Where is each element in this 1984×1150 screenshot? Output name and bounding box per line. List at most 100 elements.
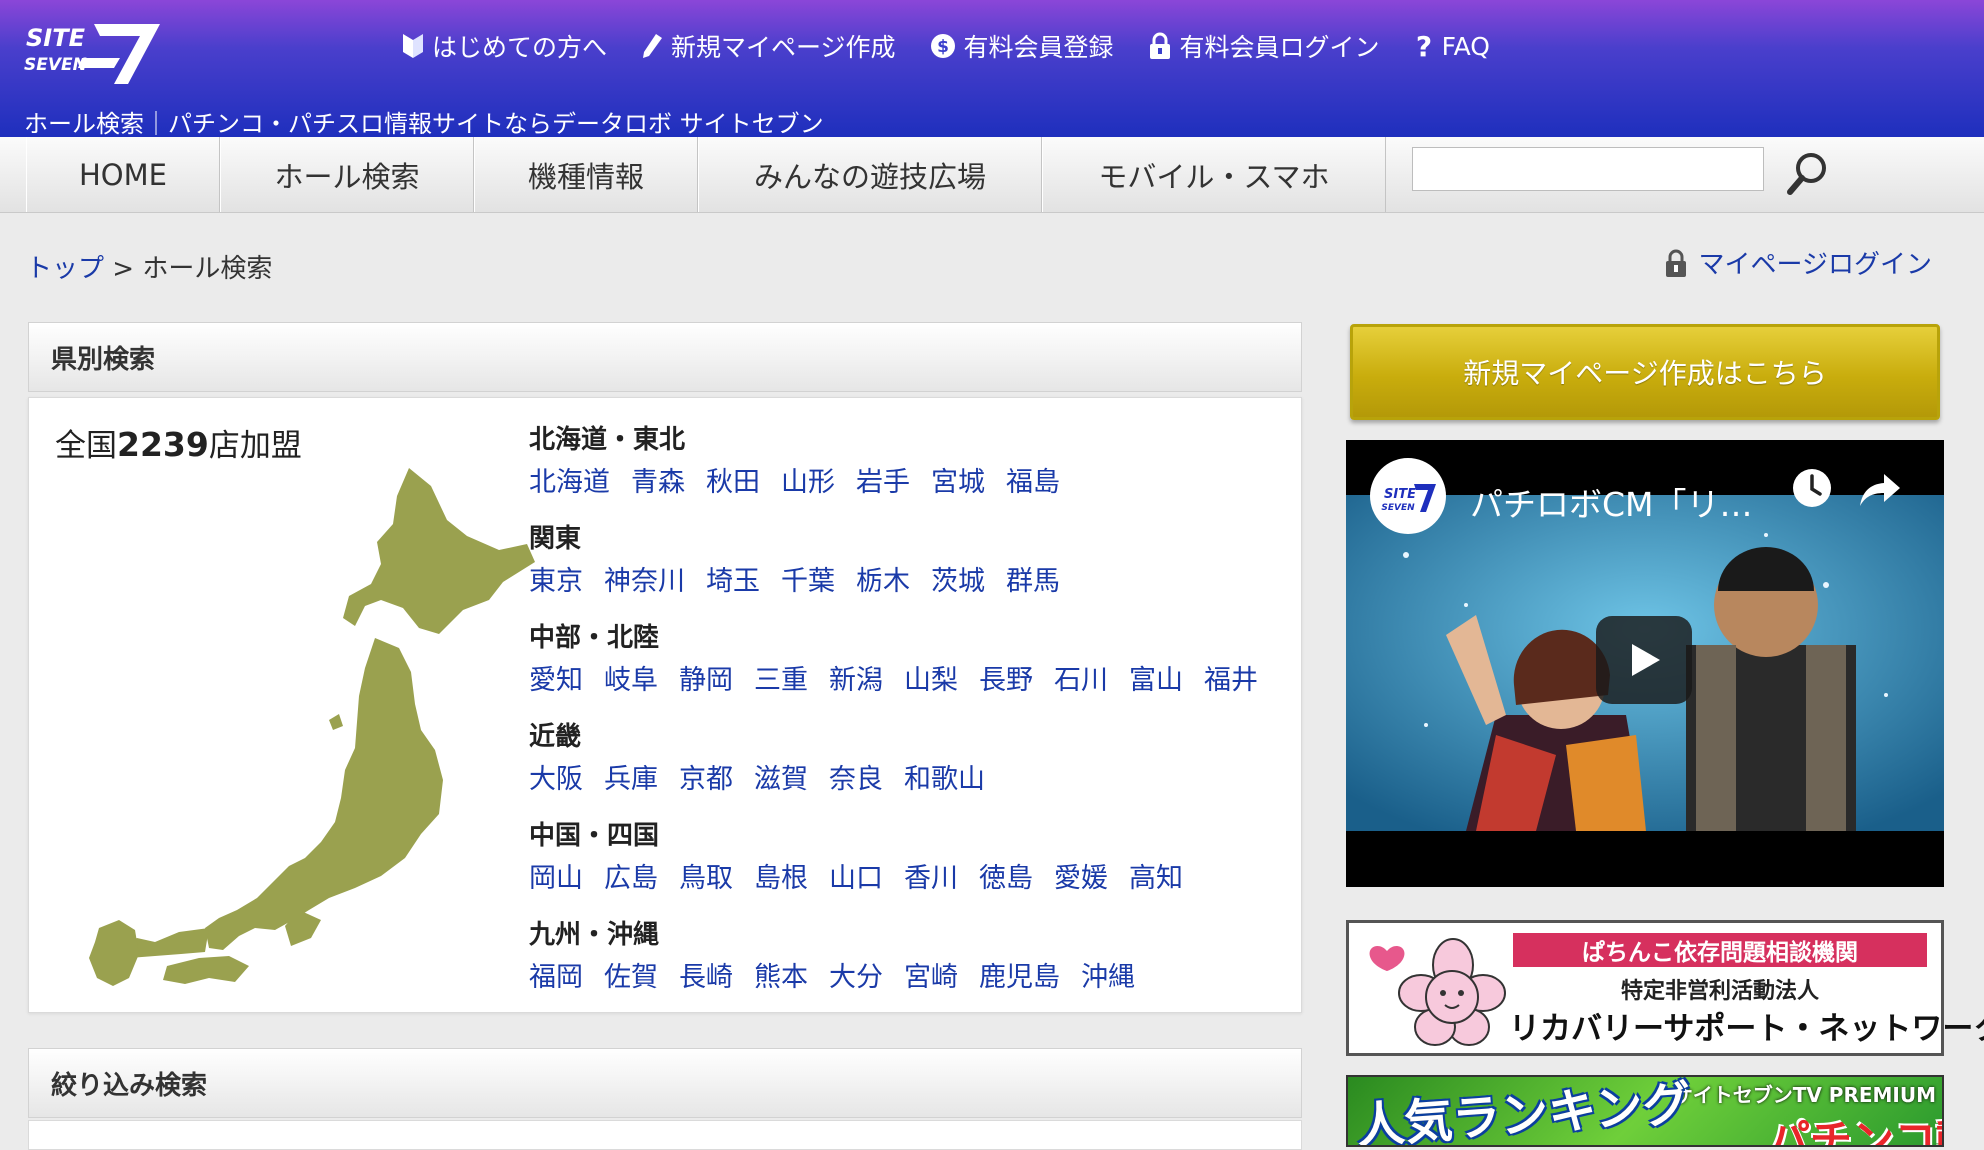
ranking-banner[interactable]: サイトセブンTV PREMIUM 人気ランキング パチンコ動画!: [1346, 1075, 1944, 1147]
banner2-main-text: 人気ランキング: [1354, 1075, 1693, 1147]
pref-link[interactable]: 大阪: [529, 757, 583, 803]
menu-machine-info[interactable]: 機種情報: [474, 137, 698, 212]
nav-paid-register[interactable]: $ 有料会員登録: [930, 28, 1114, 64]
nav-paid-login[interactable]: 有料会員ログイン: [1148, 28, 1380, 64]
banner1-mid-text: 特定非営利活動法人: [1620, 979, 1819, 1004]
pref-link[interactable]: 石川: [1054, 658, 1108, 704]
channel-logo[interactable]: SITE SEVEN: [1370, 458, 1446, 534]
region-kinki-prefs: 大阪 兵庫 京都 滋賀 奈良 和歌山: [529, 757, 1289, 816]
pref-link[interactable]: 栃木: [856, 559, 910, 605]
filter-search-heading[interactable]: 絞り込み検索: [28, 1048, 1302, 1118]
pref-search-heading: 県別検索: [28, 322, 1302, 392]
banner1-top-text: ぱちんこ依存問題相談機関: [1513, 933, 1927, 967]
region-chugoku-shikoku: 中国・四国: [529, 821, 660, 851]
pref-link[interactable]: 北海道: [529, 460, 610, 506]
pref-link[interactable]: 福井: [1204, 658, 1258, 704]
pref-link[interactable]: 長崎: [679, 955, 733, 1001]
watch-later-icon[interactable]: [1790, 466, 1834, 510]
share-icon[interactable]: [1858, 466, 1902, 510]
svg-text:?: ?: [1415, 32, 1431, 60]
pref-link[interactable]: 三重: [754, 658, 808, 704]
pref-link[interactable]: 佐賀: [604, 955, 658, 1001]
pref-link[interactable]: 群馬: [1006, 559, 1060, 605]
pref-link[interactable]: 島根: [754, 856, 808, 902]
pref-link[interactable]: 沖縄: [1081, 955, 1135, 1001]
pref-search-panel: 全国2239店加盟 北海道・東北 北海道 青森 秋田 山形 岩手 宮城 福島 関…: [28, 397, 1302, 1013]
pref-link[interactable]: 広島: [604, 856, 658, 902]
nav-paid-login-label: 有料会員ログイン: [1179, 33, 1380, 62]
pref-link[interactable]: 岐阜: [604, 658, 658, 704]
pref-link[interactable]: 長野: [979, 658, 1033, 704]
pref-link[interactable]: 和歌山: [904, 757, 985, 803]
pref-link[interactable]: 青森: [631, 460, 685, 506]
pref-link[interactable]: 山口: [829, 856, 883, 902]
pref-link[interactable]: 富山: [1129, 658, 1183, 704]
breadcrumb-current: ホール検索: [142, 254, 273, 284]
region-kyushu: 九州・沖縄: [529, 920, 660, 950]
site-seven-logo[interactable]: SITE SEVEN: [24, 18, 164, 88]
pref-link[interactable]: 愛媛: [1054, 856, 1108, 902]
pref-link[interactable]: 山形: [781, 460, 835, 506]
menu-community[interactable]: みんなの遊技広場: [698, 137, 1042, 212]
pref-link[interactable]: 静岡: [679, 658, 733, 704]
new-mypage-cta-button[interactable]: 新規マイページ作成はこちら: [1350, 324, 1940, 420]
svg-text:SEVEN: SEVEN: [24, 55, 87, 75]
pref-link[interactable]: 東京: [529, 559, 583, 605]
pref-link[interactable]: 岩手: [856, 460, 910, 506]
site-header: SITE SEVEN はじめての方へ 新規マイページ作成 $ 有料会員登録 有料…: [0, 0, 1984, 138]
menu-home[interactable]: HOME: [26, 137, 220, 212]
breadcrumb-top[interactable]: トップ: [26, 254, 104, 284]
sakura-mascot-icon: [1369, 938, 1506, 1046]
pref-link[interactable]: 徳島: [979, 856, 1033, 902]
region-tohoku-prefs: 北海道 青森 秋田 山形 岩手 宮城 福島: [529, 460, 1289, 519]
pref-link[interactable]: 福岡: [529, 955, 583, 1001]
nav-beginner[interactable]: はじめての方へ: [402, 28, 607, 64]
nav-beginner-label: はじめての方へ: [432, 33, 608, 62]
video-player[interactable]: SITE SEVEN パチロボCM「リ…: [1346, 440, 1944, 887]
lock-icon: [1665, 249, 1686, 277]
pref-link[interactable]: 福島: [1006, 460, 1060, 506]
recovery-support-banner[interactable]: ぱちんこ依存問題相談機関 特定非営利活動法人 リカバリーサポート・ネットワーク: [1346, 920, 1984, 1056]
nav-faq-label: FAQ: [1441, 31, 1490, 61]
pref-link[interactable]: 熊本: [754, 955, 808, 1001]
pref-link[interactable]: 新潟: [829, 658, 883, 704]
pref-link[interactable]: 宮城: [931, 460, 985, 506]
pref-link[interactable]: 奈良: [829, 757, 883, 803]
pref-link[interactable]: 鳥取: [679, 856, 733, 902]
video-title[interactable]: パチロボCM「リ…: [1470, 478, 1753, 526]
banner2-sub-text: サイトセブンTV PREMIUM: [1672, 1083, 1936, 1107]
nav-faq[interactable]: ? FAQ: [1414, 28, 1490, 64]
region-list: 北海道・東北 北海道 青森 秋田 山形 岩手 宮城 福島 関東 東京 神奈川 埼…: [529, 420, 1289, 1014]
region-tohoku: 北海道・東北: [529, 425, 686, 455]
pref-link[interactable]: 高知: [1129, 856, 1183, 902]
menu-mobile[interactable]: モバイル・スマホ: [1042, 137, 1386, 212]
top-navigation: はじめての方へ 新規マイページ作成 $ 有料会員登録 有料会員ログイン ? FA…: [402, 28, 1490, 64]
pref-link[interactable]: 山梨: [904, 658, 958, 704]
pref-link[interactable]: 滋賀: [754, 757, 808, 803]
menu-hall-search[interactable]: ホール検索: [220, 137, 474, 212]
pref-link[interactable]: 茨城: [931, 559, 985, 605]
region-chubu: 中部・北陸: [529, 623, 660, 653]
search-input[interactable]: [1412, 147, 1764, 191]
pref-link[interactable]: 兵庫: [604, 757, 658, 803]
mypage-login-link[interactable]: マイページログイン: [1663, 244, 1932, 281]
nav-new-mypage[interactable]: 新規マイページ作成: [641, 28, 896, 64]
pref-link[interactable]: 愛知: [529, 658, 583, 704]
region-kanto: 関東: [529, 524, 582, 554]
pref-link[interactable]: 神奈川: [604, 559, 685, 605]
pref-link[interactable]: 大分: [829, 955, 883, 1001]
pref-link[interactable]: 鹿児島: [979, 955, 1060, 1001]
pref-link[interactable]: 岡山: [529, 856, 583, 902]
pref-link[interactable]: 京都: [679, 757, 733, 803]
svg-text:SITE: SITE: [1384, 487, 1416, 502]
pref-link[interactable]: 香川: [904, 856, 958, 902]
pref-link[interactable]: 宮崎: [904, 955, 958, 1001]
japan-map[interactable]: [59, 458, 549, 988]
mypage-login-label: マイページログイン: [1698, 250, 1932, 280]
pref-link[interactable]: 埼玉: [706, 559, 760, 605]
search-icon[interactable]: [1782, 148, 1832, 198]
play-icon[interactable]: [1596, 616, 1692, 704]
pref-link[interactable]: 千葉: [781, 559, 835, 605]
pref-link[interactable]: 秋田: [706, 460, 760, 506]
svg-text:$: $: [937, 37, 949, 57]
